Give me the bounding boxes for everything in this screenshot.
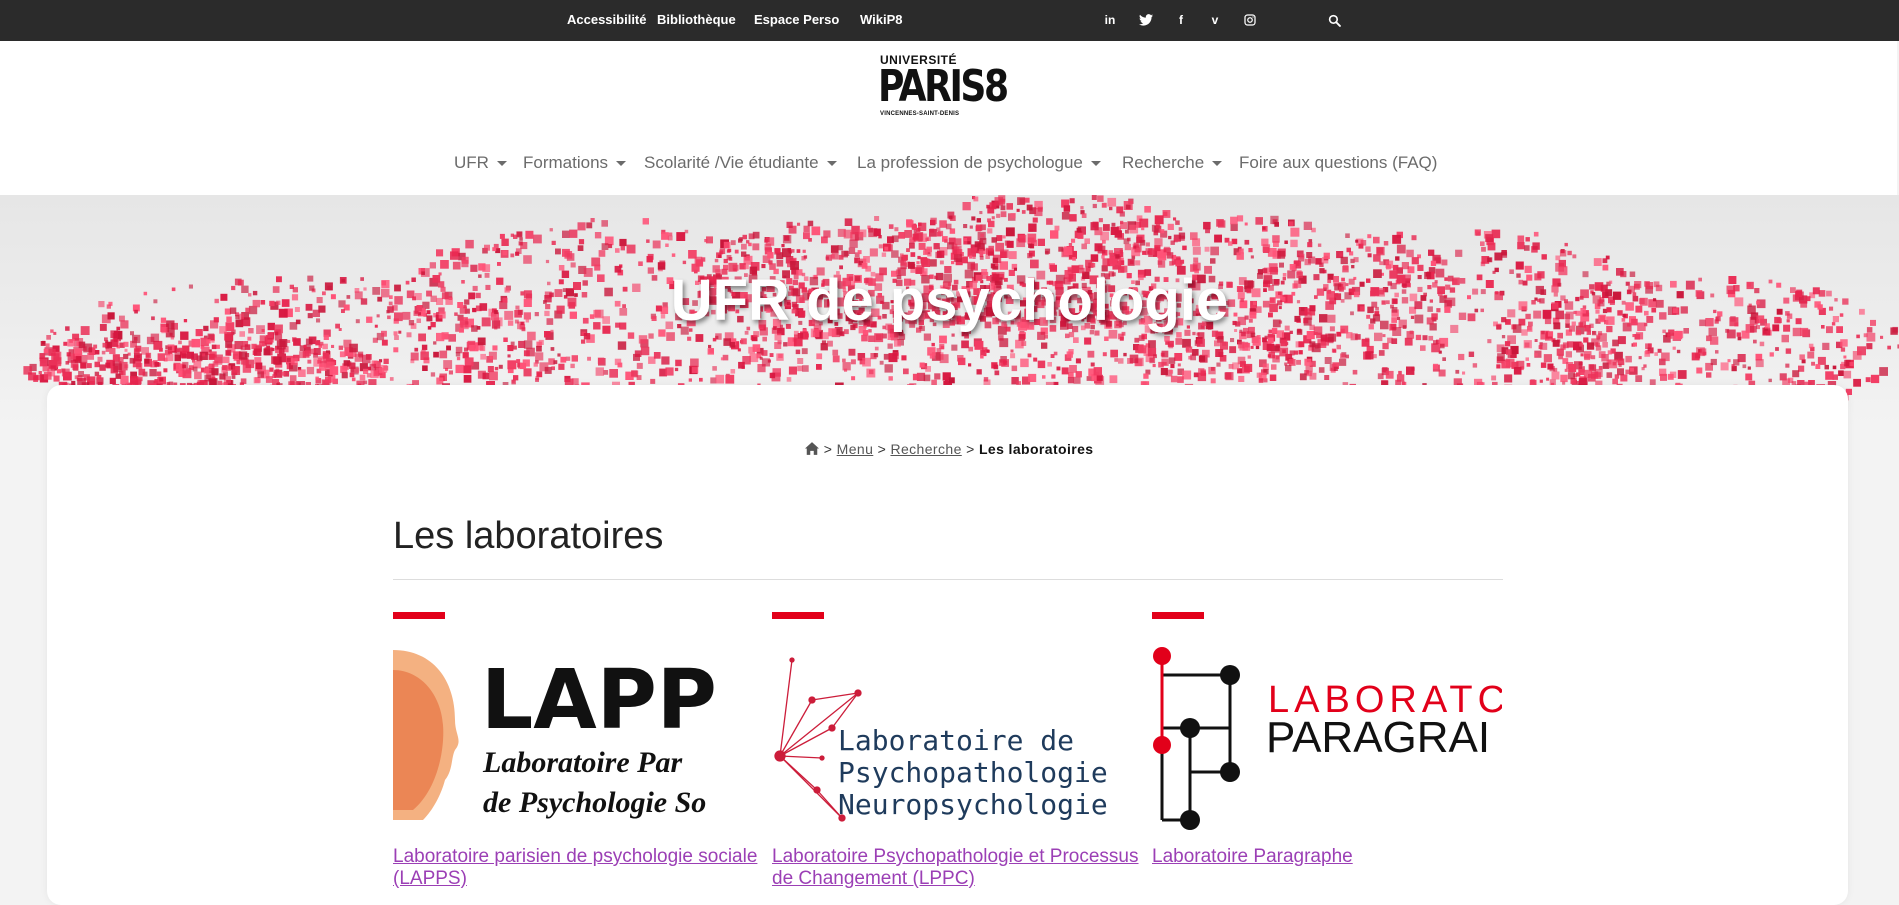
lab-logo-text: PARAGRAI <box>1266 713 1490 762</box>
chevron-down-icon <box>496 161 507 167</box>
breadcrumb: > Menu > Recherche > Les laboratoires <box>0 441 1899 457</box>
circuit-graph-icon <box>1160 656 1232 822</box>
breadcrumb-separator: > <box>966 441 975 457</box>
chevron-down-icon <box>826 161 837 167</box>
lab-logo-text: Neuropsychologie <box>838 788 1108 821</box>
nav-profession[interactable]: La profession de psychologue <box>857 153 1101 173</box>
home-icon[interactable] <box>805 442 820 455</box>
lab-logo-lppc[interactable]: Laboratoire de Psychopathologie Neuropsy… <box>772 640 1122 840</box>
nav-faq[interactable]: Foire aux questions (FAQ) <box>1239 153 1437 173</box>
lab-accent-bar <box>1152 612 1204 619</box>
nav-ufr[interactable]: UFR <box>454 153 507 173</box>
nav-recherche[interactable]: Recherche <box>1122 153 1223 173</box>
instagram-icon[interactable] <box>1241 11 1259 29</box>
hero-title: UFR de psychologie <box>670 268 1229 333</box>
breadcrumb-separator: > <box>877 441 887 457</box>
search-icon[interactable] <box>1325 11 1343 29</box>
breadcrumb-current: Les laboratoires <box>978 441 1094 457</box>
lab-logo-text: Psychopathologie <box>838 756 1108 789</box>
twitter-icon[interactable] <box>1137 11 1155 29</box>
lab-logo-paragraphe[interactable]: LABORATC PARAGRAI <box>1152 640 1502 840</box>
link-espace-perso[interactable]: Espace Perso <box>754 12 839 27</box>
top-bar: Accessibilité Bibliothèque Espace Perso … <box>0 0 1899 41</box>
lab-accent-bar <box>393 612 445 619</box>
breadcrumb-recherche[interactable]: Recherche <box>890 441 961 457</box>
lab-link-paragraphe[interactable]: Laboratoire Paragraphe <box>1152 846 1532 868</box>
logo-line-2: PARIS8 <box>878 61 1009 112</box>
title-divider <box>393 579 1503 580</box>
head-silhouette-icon <box>393 650 459 820</box>
nav-formations[interactable]: Formations <box>523 153 627 173</box>
link-accessibilite[interactable]: Accessibilité <box>567 12 647 27</box>
lab-logo-lapps[interactable]: LAPP Laboratoire Par de Psychologie So <box>393 640 743 840</box>
page-title: Les laboratoires <box>393 515 664 557</box>
nav-scolarite[interactable]: Scolarité /Vie étudiante <box>644 153 837 173</box>
lab-logo-text: de Psychologie So <box>483 786 706 819</box>
logo-line-3: VINCENNES-SAINT-DENIS <box>880 111 960 117</box>
chevron-down-icon <box>616 161 627 167</box>
university-logo[interactable]: UNIVERSITÉ PARIS8 VINCENNES-SAINT-DENIS <box>878 53 1009 121</box>
link-wikip8[interactable]: WikiP8 <box>860 12 903 27</box>
linkedin-icon[interactable]: in <box>1101 11 1119 29</box>
breadcrumb-menu[interactable]: Menu <box>837 441 874 457</box>
lab-link-lapps[interactable]: Laboratoire parisien de psychologie soci… <box>393 846 773 890</box>
link-bibliotheque[interactable]: Bibliothèque <box>657 12 736 27</box>
breadcrumb-separator: > <box>823 441 833 457</box>
chevron-down-icon <box>1090 161 1101 167</box>
lab-link-lppc[interactable]: Laboratoire Psychopathologie et Processu… <box>772 846 1152 890</box>
vimeo-icon[interactable]: v <box>1206 11 1224 29</box>
main-nav: UFR Formations Scolarité /Vie étudiante … <box>0 153 1899 173</box>
facebook-icon[interactable]: f <box>1172 11 1190 29</box>
chevron-down-icon <box>1212 161 1223 167</box>
lab-logo-text: Laboratoire de <box>838 724 1074 757</box>
lab-logo-text: LAPP <box>481 653 717 748</box>
lab-accent-bar <box>772 612 824 619</box>
lab-logo-text: Laboratoire Par <box>482 746 682 779</box>
